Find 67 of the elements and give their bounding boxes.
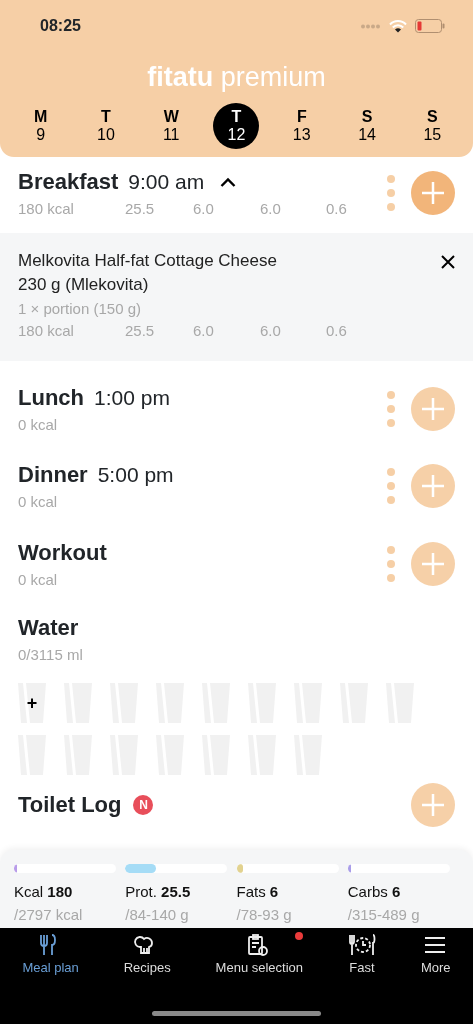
day-tab[interactable]: T 10	[82, 103, 129, 149]
macro-target: /2797 kcal	[14, 904, 84, 925]
food-kcal: 180 kcal	[18, 321, 75, 342]
portion-text: 1 × portion (150 g)	[18, 298, 142, 319]
macro-value: 6.0	[193, 321, 215, 342]
nav-tab[interactable]: Meal plan	[18, 932, 83, 980]
day-tab[interactable]: S 15	[409, 103, 456, 149]
day-tab[interactable]: F 13	[278, 103, 325, 149]
macro-target: /315-489 g	[347, 904, 421, 925]
signal-icon	[361, 23, 381, 29]
plus-icon	[421, 396, 445, 421]
more-options-icon[interactable]	[387, 545, 395, 582]
meal-title: Workout	[18, 538, 107, 567]
macro-target: /84-140 g	[125, 904, 190, 925]
meal-time: 9:00 am	[128, 168, 205, 195]
nav-tab[interactable]: Menu selection	[211, 932, 308, 980]
nav-tab[interactable]: More	[416, 932, 455, 980]
toilet-log-title: Toilet Log	[18, 791, 122, 820]
plus-icon	[421, 551, 445, 576]
plus-icon	[421, 180, 445, 205]
plus-icon	[421, 474, 445, 499]
day-tab[interactable]: S 14	[344, 103, 391, 149]
new-badge: N	[133, 794, 154, 815]
macro-total: Fats 6	[236, 882, 280, 902]
meal-time: 1:00 pm	[94, 384, 170, 411]
meal-title: Lunch	[18, 383, 84, 412]
macro-total: Carbs 6	[347, 882, 402, 902]
meal-title: Dinner	[18, 461, 88, 490]
app-logo: fitatu premium	[146, 64, 327, 91]
more-options-icon[interactable]	[387, 468, 395, 505]
macro-value: 6.0	[260, 199, 282, 219]
add-button[interactable]	[411, 464, 455, 509]
meal-kcal: 180 kcal	[18, 199, 75, 219]
macro-value: 6.0	[260, 321, 282, 342]
day-tab[interactable]: W 11	[148, 103, 195, 149]
battery-icon	[415, 19, 445, 33]
macro-value: 0.6	[326, 321, 347, 342]
nav-tab[interactable]: Recipes	[119, 932, 175, 980]
cutlery-clock-icon	[347, 932, 376, 958]
add-button[interactable]	[411, 541, 455, 586]
day-tab[interactable]: T 12	[213, 103, 260, 149]
macro-value: 6.0	[193, 199, 215, 219]
meal-time: 5:00 pm	[97, 462, 174, 489]
add-button[interactable]	[411, 170, 455, 215]
macro-value: 25.5	[125, 199, 156, 219]
macro-total: Kcal 180	[14, 882, 74, 902]
meal-title: Breakfast	[18, 168, 119, 196]
more-options-icon[interactable]	[387, 174, 395, 211]
macro-target: /78-93 g	[236, 904, 293, 925]
meal-kcal: 0 kcal	[18, 414, 59, 435]
meal-kcal: 0 kcal	[18, 492, 59, 513]
macro-value: 0.6	[326, 199, 347, 219]
macro-value: 25.5	[125, 321, 156, 342]
more-options-icon[interactable]	[387, 390, 395, 427]
nav-tab[interactable]: Fast	[343, 932, 380, 980]
macro-total: Prot. 25.5	[125, 882, 192, 902]
status-time: 08:25	[40, 16, 81, 36]
add-button[interactable]	[411, 386, 455, 431]
collapse-chevron-icon[interactable]	[220, 176, 237, 187]
water-title: Water	[18, 614, 80, 643]
water-amount: 0/3115 ml	[18, 645, 83, 666]
add-button[interactable]	[411, 782, 455, 827]
wifi-icon	[389, 19, 407, 33]
day-tab[interactable]: M 9	[17, 103, 64, 149]
meal-kcal: 0 kcal	[18, 569, 59, 590]
plus-icon	[421, 792, 445, 817]
food-name: Melkovita Half-fat Cottage Cheese 230 g (Mlekovita)	[18, 249, 278, 297]
